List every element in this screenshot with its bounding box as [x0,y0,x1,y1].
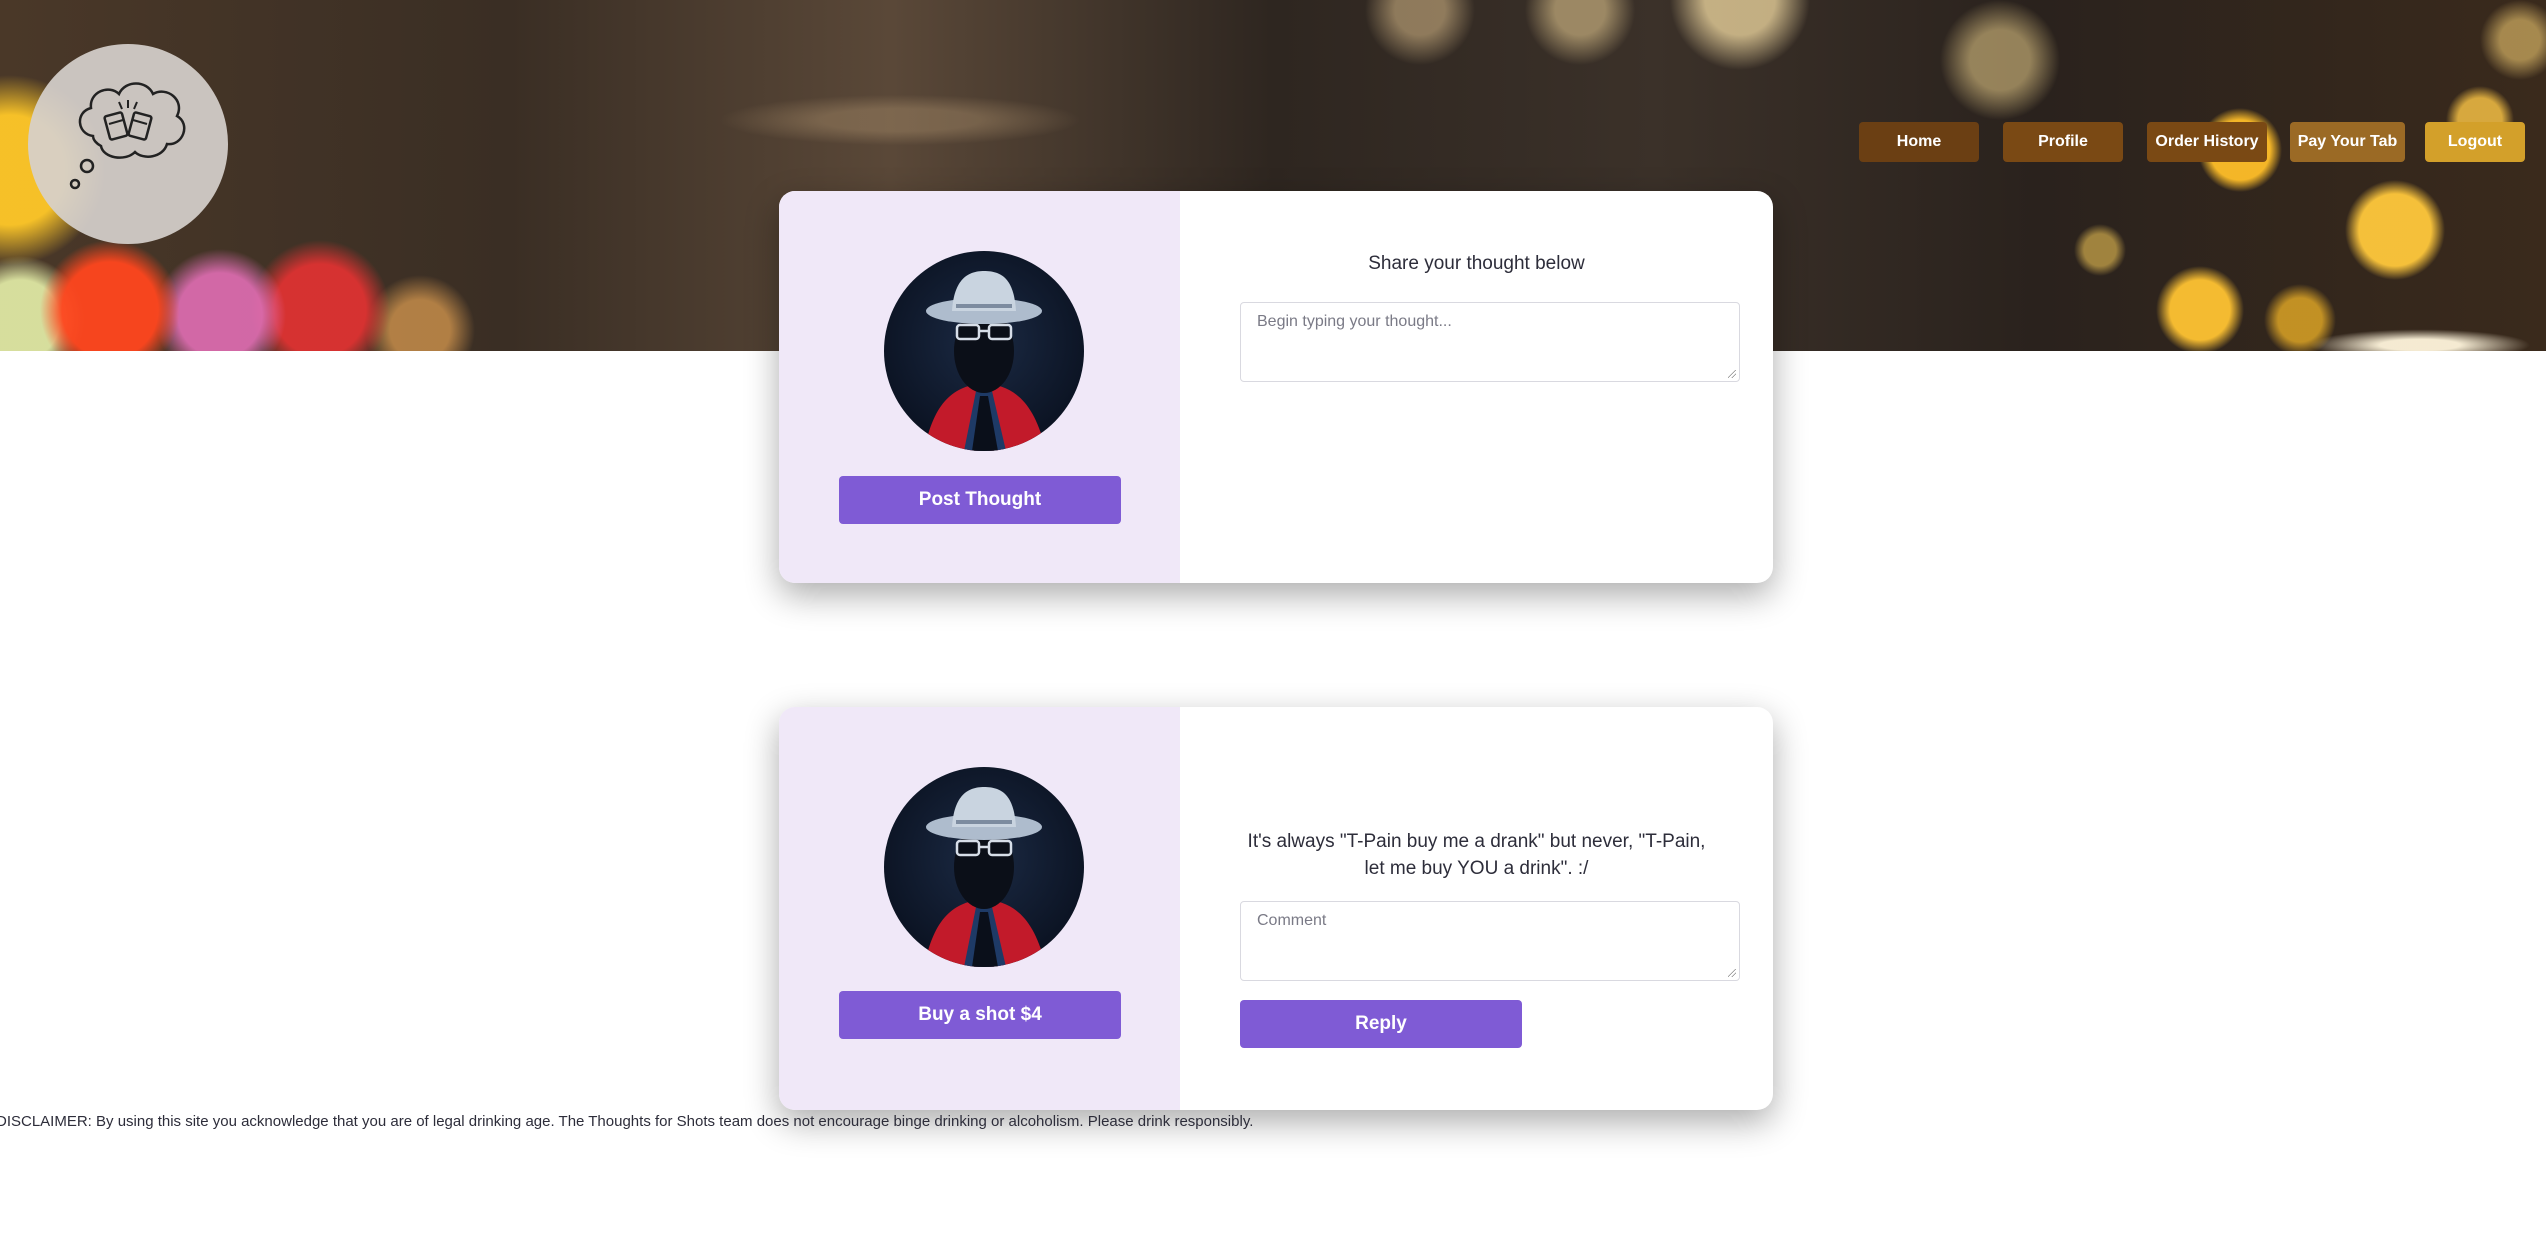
nav-pay-tab-button[interactable]: Pay Your Tab [2290,122,2405,162]
post-thought-card-left: Post Thought [779,191,1180,583]
resize-handle-icon[interactable] [1728,370,1736,378]
buy-shot-button[interactable]: Buy a shot $4 [839,991,1121,1039]
user-avatar-icon [924,787,1046,967]
cheers-thought-bubble-icon [69,82,186,190]
post-thought-card: Post Thought Share your thought below Be… [779,191,1773,583]
post-prompt-text: Share your thought below [1368,253,1585,274]
post-thought-card-right: Share your thought below Begin typing yo… [1180,191,1773,583]
thought-card: Buy a shot $4 It's always "T-Pain buy me… [779,707,1773,1110]
post-thought-button[interactable]: Post Thought [839,476,1121,524]
thought-input[interactable]: Begin typing your thought... [1240,302,1740,382]
avatar [884,767,1084,967]
disclaimer-text: DISCLAIMER: By using this site you ackno… [0,1113,1254,1130]
avatar [884,251,1084,451]
reply-button[interactable]: Reply [1240,1000,1522,1048]
thought-text: It's always "T-Pain buy me a drank" but … [1247,831,1706,879]
comment-input[interactable]: Comment [1240,901,1740,981]
resize-handle-icon[interactable] [1728,969,1736,977]
thought-card-right: It's always "T-Pain buy me a drank" but … [1180,707,1773,1110]
nav-profile-button[interactable]: Profile [2003,122,2123,162]
nav-home-button[interactable]: Home [1859,122,1979,162]
thought-card-left: Buy a shot $4 [779,707,1180,1110]
nav-order-history-button[interactable]: Order History [2147,122,2267,162]
site-logo[interactable] [28,44,228,244]
nav-logout-button[interactable]: Logout [2425,122,2525,162]
user-avatar-icon [924,271,1046,451]
